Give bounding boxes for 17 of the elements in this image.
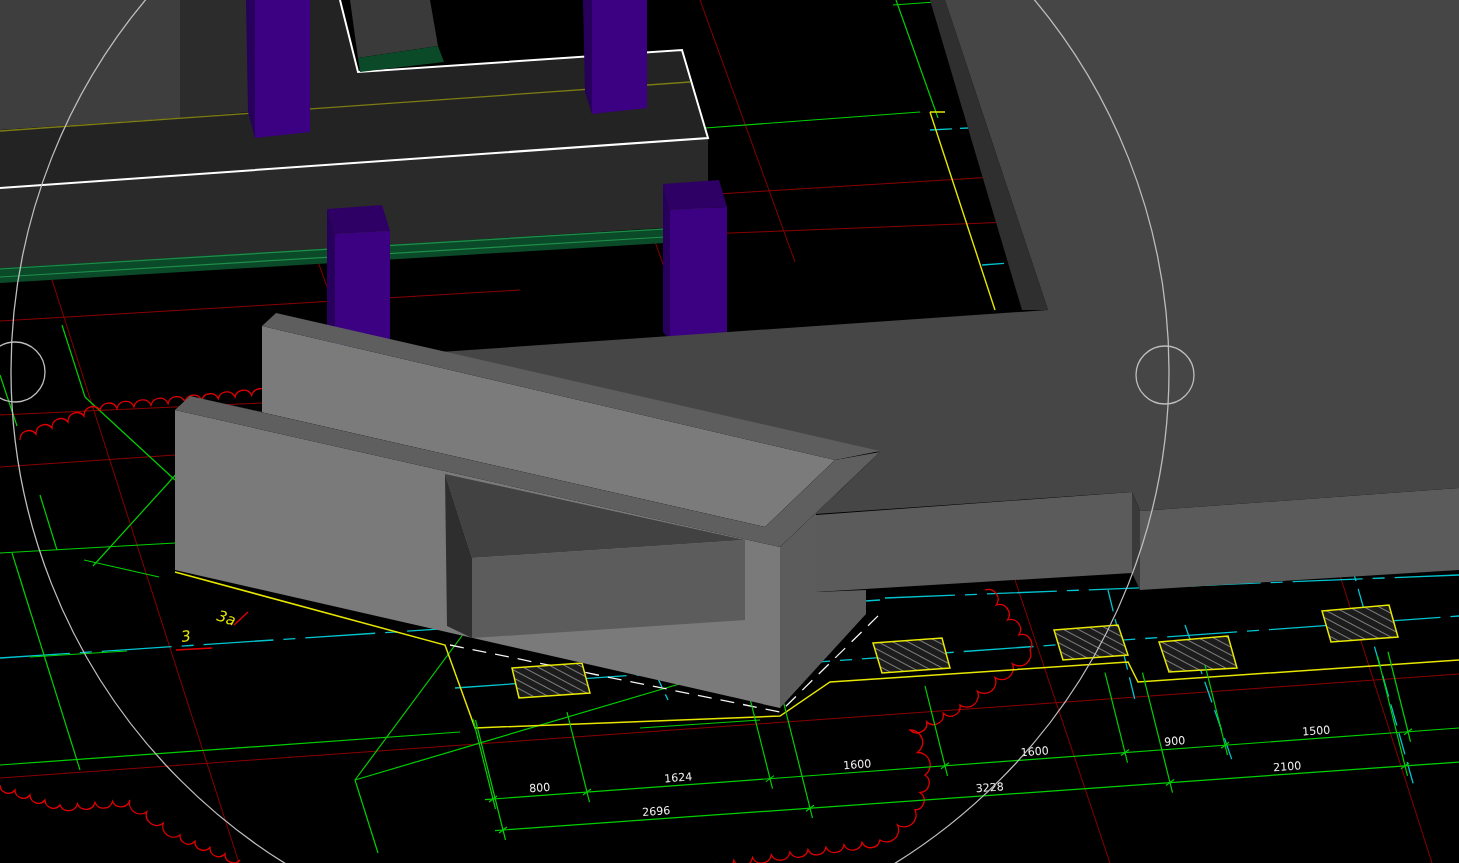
axis-label: 3 (180, 626, 192, 646)
dimension-label: 900 (1163, 734, 1186, 749)
leader-line (233, 611, 249, 626)
dimension-label: 1500 (1301, 723, 1331, 739)
leader-line (0, 374, 18, 427)
dimension-label: 3228 (975, 780, 1005, 796)
dimension-label: 1600 (842, 757, 872, 773)
dimension-label: 1600 (1020, 744, 1050, 760)
leader-line (175, 647, 213, 651)
dimension-label: 2100 (1272, 759, 1302, 775)
orbit-handle[interactable] (0, 341, 46, 403)
dimension-label: 1624 (663, 770, 693, 786)
center-line (929, 127, 969, 131)
dimension-label: 2696 (641, 804, 671, 820)
orbit-handle[interactable] (1135, 345, 1195, 405)
axis-label: 3a (214, 606, 239, 630)
dimension-label: 800 (528, 780, 551, 796)
